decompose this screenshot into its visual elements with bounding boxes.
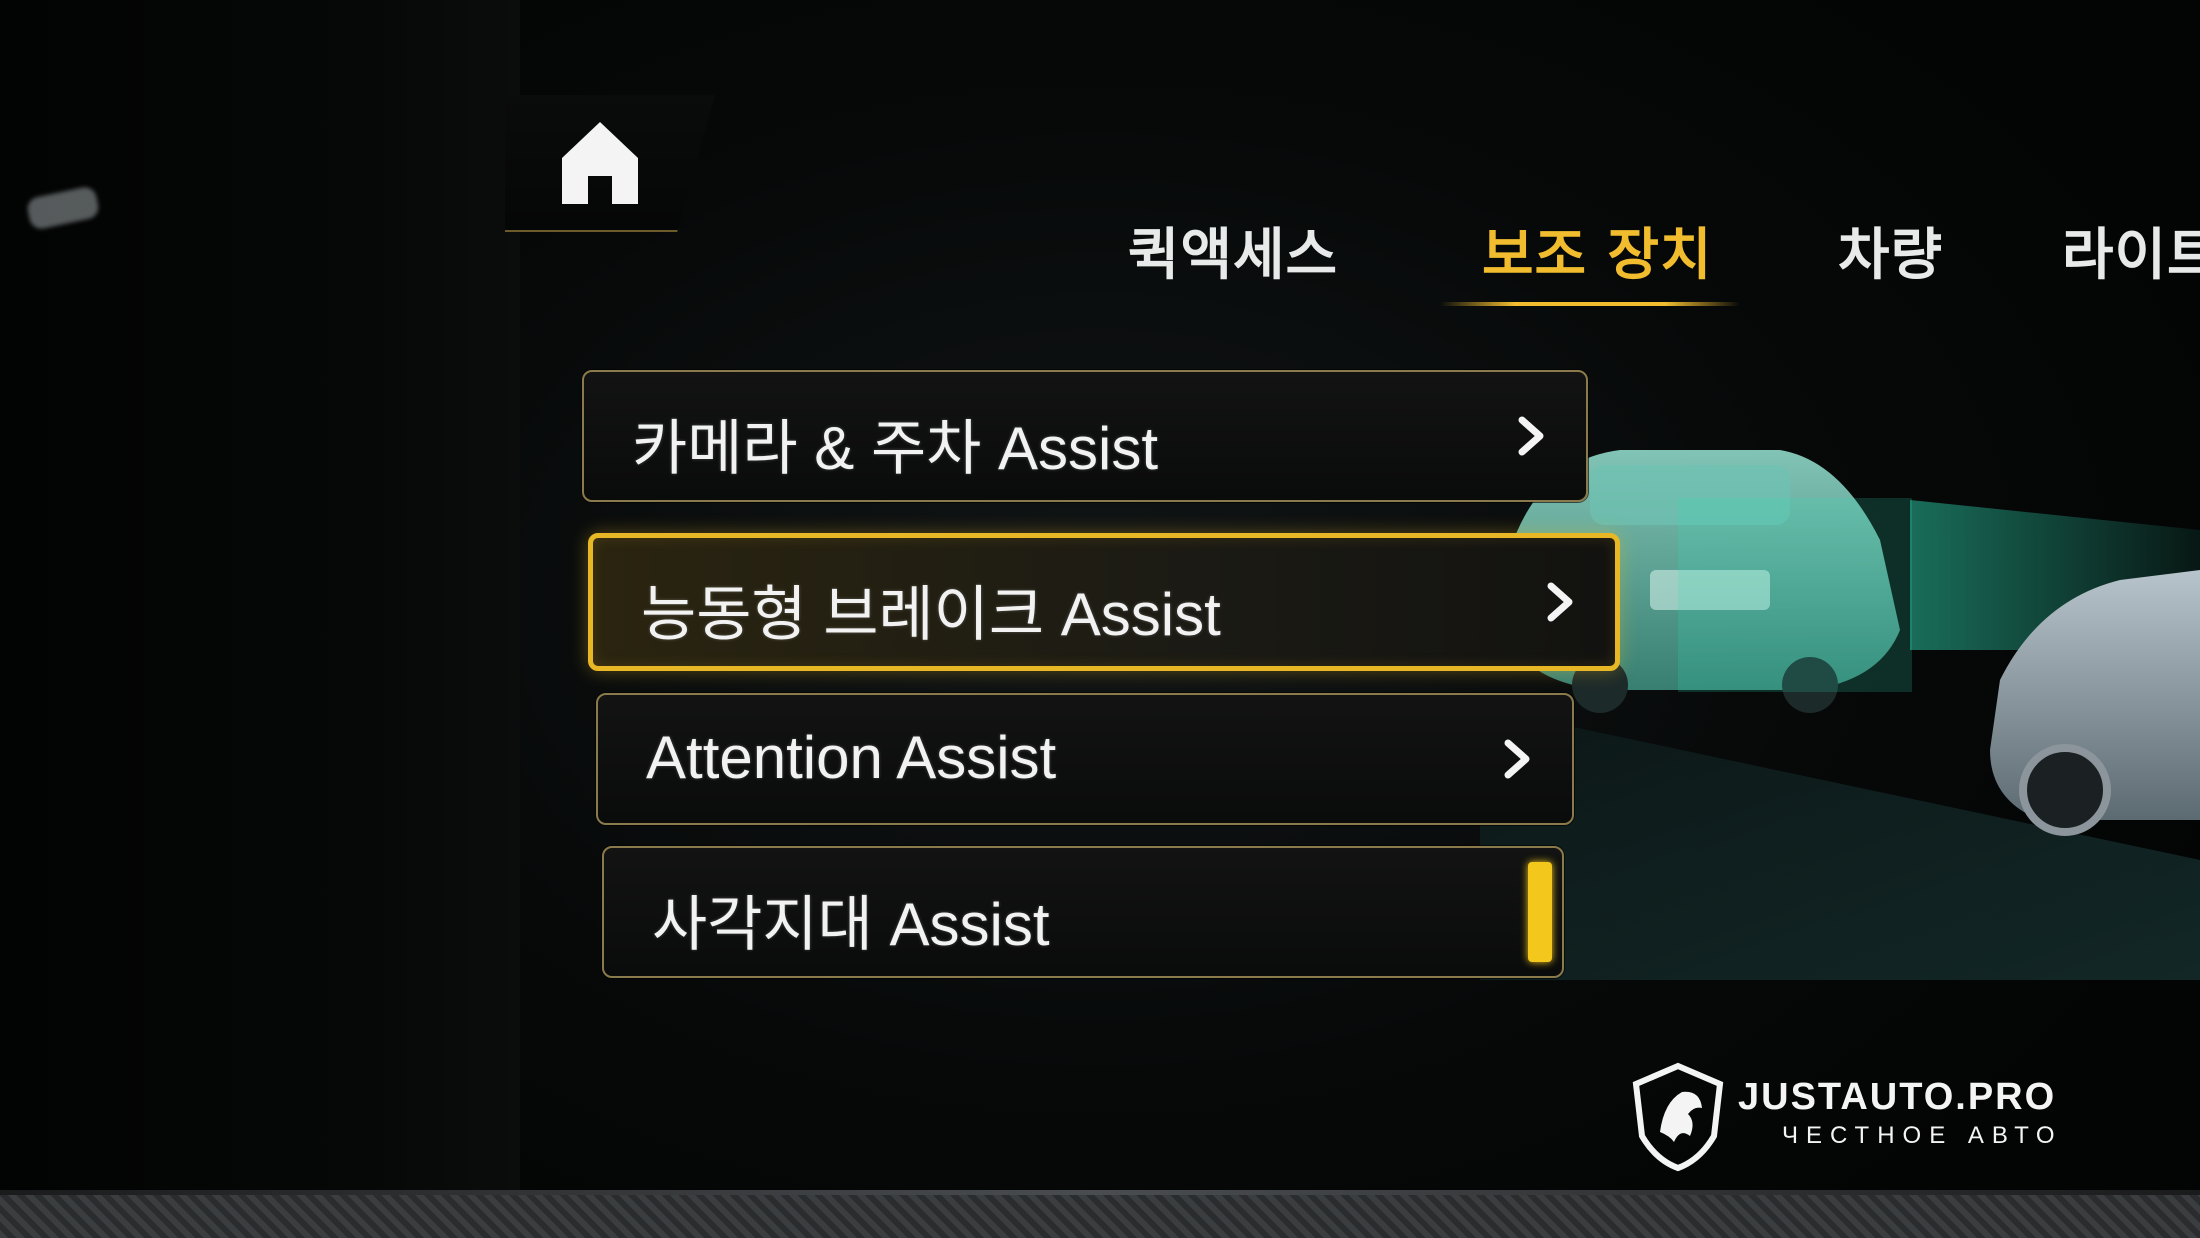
blind-spot-toggle[interactable] (1528, 862, 1552, 962)
screen-bezel-left (0, 0, 520, 1195)
menu-item-attention-assist[interactable]: Attention Assist (596, 693, 1574, 825)
menu-item-label: 사각지대 Assist (652, 891, 1050, 958)
menu-item-label: 능동형 브레이크 Assist (641, 581, 1221, 648)
carbon-trim (0, 1195, 2200, 1238)
watermark-lion-logo (1632, 1062, 1724, 1172)
chevron-right-icon (1518, 416, 1544, 456)
active-tab-indicator (1440, 302, 1740, 306)
menu-item-label: 카메라 & 주차 Assist (632, 415, 1159, 482)
tab-quick-access[interactable]: 퀵액세스 (1128, 210, 1338, 291)
menu-item-camera-parking[interactable]: 카메라 & 주차 Assist (582, 370, 1588, 502)
tab-assist[interactable]: 보조 장치 (1482, 210, 1713, 291)
watermark-tagline: ЧЕСТНОЕ АВТО (1782, 1122, 2063, 1149)
menu-item-active-brake[interactable]: 능동형 브레이크 Assist (588, 533, 1620, 671)
vehicle-illustration (1480, 450, 2200, 980)
watermark-name: JUSTAUTO.PRO (1738, 1076, 2057, 1118)
tab-vehicle[interactable]: 차량 (1838, 210, 1943, 291)
chevron-right-icon (1504, 739, 1530, 779)
menu-item-label: Attention Assist (646, 724, 1057, 791)
menu-item-blind-spot[interactable]: 사각지대 Assist (602, 846, 1564, 978)
home-icon[interactable] (558, 118, 642, 208)
tab-lights[interactable]: 라이트 (2062, 210, 2200, 291)
infotainment-screen: 퀵액세스 보조 장치 차량 라이트 카메라 & 주차 Assist 능동형 브레… (0, 0, 2200, 1195)
chevron-right-icon (1547, 582, 1573, 622)
